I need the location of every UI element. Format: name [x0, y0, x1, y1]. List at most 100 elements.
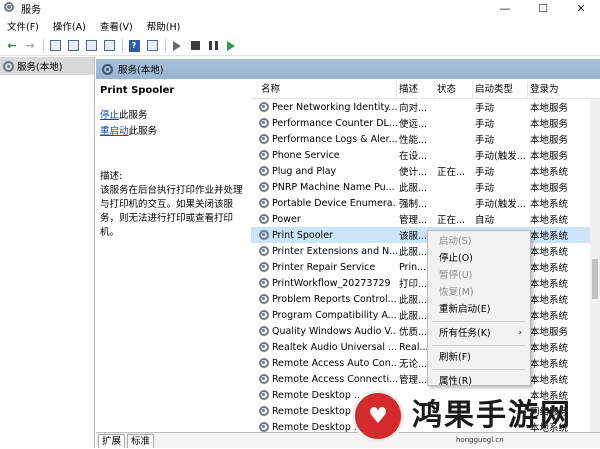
gear-icon — [259, 102, 269, 112]
restart-service-link[interactable]: 重启动 — [100, 126, 129, 137]
context-menu-item[interactable]: 停止(O) — [428, 250, 530, 267]
back-arrow-icon[interactable]: ← — [4, 38, 20, 54]
context-menu-item-label: 启动(S) — [439, 236, 472, 247]
service-name-text: Remote Access Auto Con... — [272, 357, 397, 369]
console-icon[interactable] — [144, 38, 160, 54]
service-row[interactable]: Remote Access Auto Con... 无论... 本地系统 — [251, 355, 600, 371]
properties-icon[interactable] — [65, 38, 81, 54]
service-name-text: Print Spooler — [272, 229, 333, 241]
restart-service-icon[interactable] — [223, 38, 239, 54]
service-name-text: Problem Reports Control... — [272, 293, 397, 305]
service-row[interactable]: Printer Extensions and N... 此服... 本地系统 — [251, 243, 600, 259]
service-logon-cell: 本地服务 — [530, 151, 569, 162]
service-row[interactable]: Performance Counter DL... 使远... 手动 本地服务 — [251, 115, 600, 131]
service-description-cell: 使计... — [399, 167, 428, 178]
show-tree-icon[interactable] — [47, 38, 63, 54]
service-startup-cell: 手动 — [475, 103, 495, 114]
service-logon-cell: 本地服务 — [530, 327, 569, 338]
service-name-text: Remote Desktop ... — [272, 405, 363, 417]
service-row[interactable]: Performance Logs & Aler... 性能... 手动 本地服务 — [251, 131, 600, 147]
stop-service-icon[interactable] — [187, 38, 203, 54]
service-name-cell: Power — [251, 214, 397, 225]
service-name-text: Quality Windows Audio V... — [272, 325, 397, 337]
context-menu-item-label: 停止(O) — [439, 253, 473, 264]
service-name-cell: Printer Repair Service — [251, 262, 397, 273]
service-name-text: Realtek Audio Universal ... — [272, 341, 397, 353]
gear-icon — [259, 422, 269, 432]
menu-help[interactable]: 帮助(H) — [140, 19, 188, 33]
service-name-cell: Program Compatibility A... — [251, 310, 397, 321]
gear-icon — [259, 182, 269, 192]
gear-icon — [259, 390, 269, 400]
service-row[interactable]: Quality Windows Audio V... 优质... 本地服务 — [251, 323, 600, 339]
service-row[interactable]: PrintWorkflow_20273729 打印... 本地系统 — [251, 275, 600, 291]
service-logon-cell: 本地服务 — [530, 135, 569, 146]
service-row[interactable]: Problem Reports Control... 此服... 本地系统 — [251, 291, 600, 307]
service-logon-cell: 本地服务 — [530, 103, 569, 114]
context-menu-item[interactable]: 所有任务(K) › — [428, 325, 530, 342]
column-header-name[interactable]: 名称 — [251, 81, 397, 99]
service-row[interactable]: Print Spooler 该服... 本地系统 — [251, 227, 600, 243]
service-status-cell: 正在... — [437, 215, 466, 226]
start-service-icon[interactable] — [169, 38, 185, 54]
column-header-status[interactable]: 状态 — [435, 81, 473, 99]
service-name-text: Printer Repair Service — [272, 261, 376, 273]
gear-icon — [102, 63, 113, 75]
tab-standard[interactable]: 标准 — [127, 434, 155, 448]
service-name-cell: Portable Device Enumera... — [251, 198, 397, 209]
maximize-button[interactable]: ☐ — [524, 0, 562, 16]
watermark-url: hongguogl.cn — [456, 436, 504, 444]
service-row[interactable]: Plug and Play 使计... 正在... 手动 本地系统 — [251, 163, 600, 179]
stop-service-link[interactable]: 停止 — [100, 110, 119, 121]
tree-item-services-local[interactable]: 服务(本地) — [0, 57, 94, 75]
menu-view[interactable]: 查看(V) — [93, 19, 140, 33]
service-logon-cell: 本地系统 — [530, 247, 569, 258]
export-list-icon[interactable] — [101, 38, 117, 54]
scrollbar-thumb[interactable] — [592, 259, 598, 299]
service-name-cell: Realtek Audio Universal ... — [251, 342, 397, 353]
service-row[interactable]: Peer Networking Identity... 向对... 手动 本地服务 — [251, 99, 600, 115]
column-header-startup-type[interactable]: 启动类型 — [473, 81, 528, 99]
tab-extended[interactable]: 扩展 — [98, 434, 126, 448]
service-row[interactable]: Portable Device Enumera... 强制... 手动(触发... 本… — [251, 195, 600, 211]
service-name-text: Remote Desktop ... — [272, 421, 363, 433]
context-menu-item-label: 重新启动(E) — [439, 304, 491, 315]
service-row[interactable]: PNRP Machine Name Pu... 此服... 手动 本地服务 — [251, 179, 600, 195]
forward-arrow-icon[interactable]: → — [22, 38, 38, 54]
service-name-cell: Phone Service — [251, 150, 397, 161]
service-logon-cell: 本地系统 — [530, 343, 569, 354]
tree-item-label: 服务(本地) — [17, 62, 63, 73]
service-row[interactable]: Power 管理... 正在... 自动 本地系统 — [251, 211, 600, 227]
menu-separator — [432, 345, 526, 346]
service-logon-cell: 本地系统 — [530, 311, 569, 322]
column-header-description[interactable]: 描述 — [397, 81, 435, 99]
service-status-cell: 正在... — [437, 167, 466, 178]
service-name-text: Plug and Play — [272, 165, 337, 177]
toolbar-separator — [165, 38, 166, 53]
pause-service-icon[interactable] — [205, 38, 221, 54]
service-logon-cell: 本地系统 — [530, 295, 569, 306]
service-startup-cell: 手动(触发... — [475, 151, 526, 162]
close-button[interactable]: ✕ — [562, 0, 600, 16]
context-menu-item: 暂停(U) — [428, 267, 530, 284]
service-name-cell: Performance Logs & Aler... — [251, 134, 397, 145]
column-header-logon-as[interactable]: 登录为 — [528, 81, 583, 99]
minimize-button[interactable]: — — [486, 0, 524, 16]
context-menu-item[interactable]: 重新启动(E) — [428, 301, 530, 318]
help-icon[interactable]: ? — [126, 38, 142, 54]
menu-action[interactable]: 操作(A) — [46, 19, 93, 33]
service-name-text: Remote Access Connecti... — [272, 373, 397, 385]
service-row[interactable]: Program Compatibility A... 此服... 本地系统 — [251, 307, 600, 323]
stop-service-suffix: 此服务 — [119, 110, 148, 121]
service-row[interactable]: Phone Service 在设... 手动(触发... 本地服务 — [251, 147, 600, 163]
service-logon-cell: 本地服务 — [530, 183, 569, 194]
service-logon-cell: 本地系统 — [530, 359, 569, 370]
stop-service-line: 停止此服务 — [100, 108, 247, 124]
context-menu-item[interactable]: 刷新(F) — [428, 349, 530, 366]
service-row[interactable]: Realtek Audio Universal ... Real... 本地系统 — [251, 339, 600, 355]
window-controls: — ☐ ✕ — [486, 0, 600, 16]
vertical-scrollbar[interactable] — [590, 99, 600, 432]
menu-file[interactable]: 文件(F) — [0, 19, 46, 33]
service-row[interactable]: Printer Repair Service Prin... 本地系统 — [251, 259, 600, 275]
refresh-icon[interactable] — [83, 38, 99, 54]
